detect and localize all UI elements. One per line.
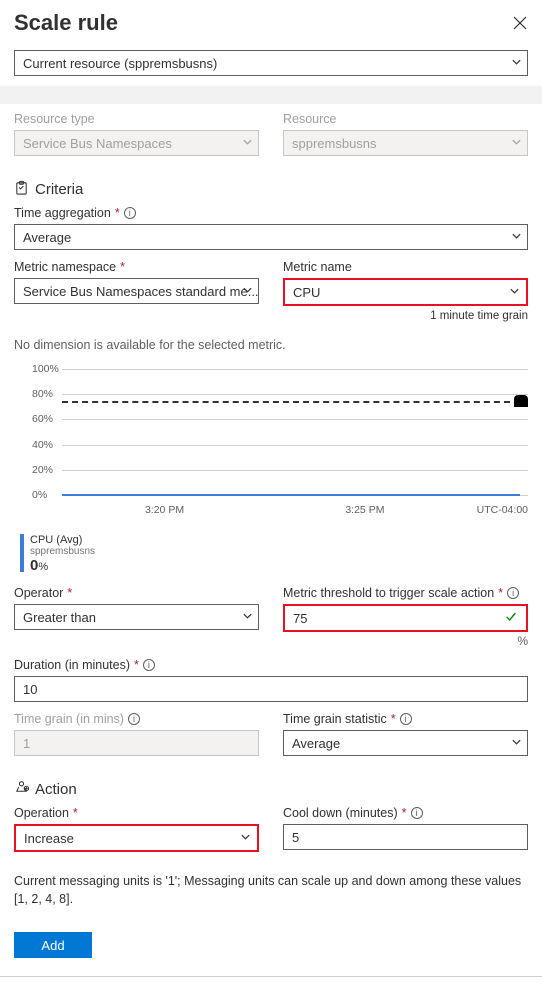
y-tick: 60% — [32, 413, 53, 425]
metric-name-label: Metric name — [283, 260, 528, 274]
time-grain-stat-select[interactable]: Average — [283, 730, 528, 756]
y-tick: 40% — [32, 439, 53, 451]
y-tick: 20% — [32, 464, 53, 476]
operation-select[interactable]: Increase — [16, 827, 257, 849]
resource-type-select: Service Bus Namespaces — [14, 130, 259, 156]
threshold-label: Metric threshold to trigger scale action… — [283, 586, 528, 600]
threshold-suffix: % — [283, 634, 528, 648]
resource-type-label: Resource type — [14, 112, 259, 126]
legend-resource: sppremsbusns — [30, 546, 95, 557]
time-aggregation-label: Time aggregation* i — [14, 206, 528, 220]
current-resource-select[interactable]: Current resource (sppremsbusns) — [14, 50, 528, 76]
y-tick: 100% — [32, 363, 59, 375]
y-tick: 80% — [32, 388, 53, 400]
info-icon[interactable]: i — [411, 807, 423, 819]
time-grain-note: 1 minute time grain — [283, 310, 528, 322]
divider — [0, 976, 542, 977]
resource-select: sppremsbusns — [283, 130, 528, 156]
cooldown-input[interactable]: 5 — [283, 824, 528, 850]
duration-input[interactable]: 10 — [14, 676, 528, 702]
time-aggregation-select[interactable]: Average — [14, 224, 528, 250]
info-icon[interactable]: i — [400, 713, 412, 725]
operation-label: Operation* — [14, 806, 259, 820]
x-tick: 3:25 PM — [345, 504, 384, 516]
y-tick: 0% — [32, 489, 47, 501]
duration-label: Duration (in minutes)* i — [14, 658, 528, 672]
criteria-heading: Criteria — [35, 181, 83, 198]
time-grain-label: Time grain (in mins) i — [14, 712, 259, 726]
metric-name-select[interactable]: CPU — [285, 281, 526, 303]
cooldown-label: Cool down (minutes)* i — [283, 806, 528, 820]
time-grain-stat-label: Time grain statistic* i — [283, 712, 528, 726]
legend-series-name: CPU (Avg) — [30, 534, 95, 546]
action-heading: Action — [35, 781, 77, 798]
info-icon[interactable]: i — [507, 587, 519, 599]
add-button[interactable]: Add — [14, 932, 92, 958]
time-grain-input: 1 — [14, 730, 259, 756]
metric-chart: 100% 80% 60% 40% 20% 0% 3:20 PM 3:25 PM … — [14, 362, 528, 574]
threshold-handle[interactable] — [514, 395, 528, 407]
criteria-icon — [14, 180, 29, 198]
messaging-units-note: Current messaging units is '1'; Messagin… — [14, 872, 528, 908]
info-icon[interactable]: i — [143, 659, 155, 671]
check-icon — [504, 610, 518, 627]
divider — [0, 86, 542, 104]
action-icon — [14, 780, 29, 798]
resource-label: Resource — [283, 112, 528, 126]
close-icon[interactable] — [512, 15, 528, 31]
operator-label: Operator* — [14, 586, 259, 600]
threshold-input[interactable]: 75 — [285, 607, 526, 629]
operator-select[interactable]: Greater than — [14, 604, 259, 630]
metric-namespace-select[interactable]: Service Bus Namespaces standard me... — [14, 278, 259, 304]
threshold-line — [62, 401, 520, 403]
legend-color — [20, 534, 24, 572]
no-dimension-note: No dimension is available for the select… — [14, 338, 528, 352]
x-tick: 3:20 PM — [145, 504, 184, 516]
metric-namespace-label: Metric namespace* — [14, 260, 259, 274]
info-icon[interactable]: i — [128, 713, 140, 725]
info-icon[interactable]: i — [124, 207, 136, 219]
timezone-label: UTC-04:00 — [477, 504, 528, 516]
panel-title: Scale rule — [14, 10, 118, 36]
series-line — [62, 494, 520, 496]
legend-unit: % — [38, 561, 48, 573]
